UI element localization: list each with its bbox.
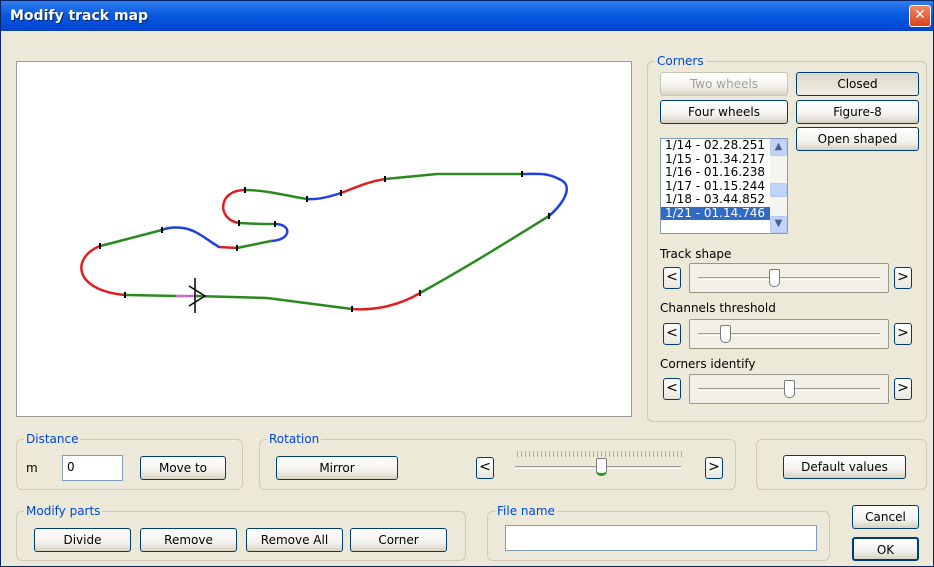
track-shape-right-button[interactable]: > [894,267,912,289]
slider-thumb[interactable] [720,325,732,343]
lap-list-scrollbar[interactable]: ▲ ▼ [770,139,787,233]
four-wheels-button[interactable]: Four wheels [660,100,788,124]
track-segment [80,244,127,297]
rotation-slider[interactable] [507,453,689,483]
corners-identify-slider[interactable] [689,374,889,404]
track-segment [418,214,551,295]
list-item[interactable]: 1/16 - 01.16.238 [661,165,787,180]
track-segment [221,188,247,225]
track-map-canvas[interactable] [16,61,632,417]
file-name-legend: File name [495,504,557,518]
track-segment [235,239,273,250]
track-segment [217,245,239,250]
channels-threshold-left-button[interactable]: < [663,323,681,345]
track-segment [237,221,277,226]
track-segment [193,294,354,311]
corners-identify-left-button[interactable]: < [663,378,681,400]
slider-thumb[interactable] [768,269,780,287]
track-map [80,171,568,313]
slider-thumb[interactable] [784,380,795,398]
cancel-button[interactable]: Cancel [852,505,919,529]
corner-button[interactable]: Corner [350,528,447,552]
distance-input[interactable]: 0 [62,455,123,481]
distance-unit-label: m [26,461,38,475]
remove-button[interactable]: Remove [140,528,237,552]
rotation-right-button[interactable]: > [705,457,723,479]
distance-legend: Distance [24,432,81,446]
ok-button[interactable]: OK [852,537,919,561]
default-values-button[interactable]: Default values [783,455,906,479]
divide-button[interactable]: Divide [34,528,131,552]
track-segment [243,188,309,201]
title-bar[interactable]: Modify track map ✕ [1,1,933,31]
track-segment [383,172,524,181]
channels-threshold-label: Channels threshold [660,301,776,315]
list-item[interactable]: 1/18 - 03.44.852 [661,192,787,207]
track-segment [339,177,387,195]
slider-thumb[interactable] [596,458,608,476]
track-segment [305,191,343,201]
figure8-button[interactable]: Figure-8 [796,100,919,124]
track-segment [520,172,568,218]
close-button[interactable]: ✕ [909,5,931,27]
corners-identify-label: Corners identify [660,357,756,371]
closed-button[interactable]: Closed [796,72,919,96]
track-segment [269,222,289,243]
track-segment [350,291,422,311]
track-segment [98,228,164,248]
channels-threshold-right-button[interactable]: > [894,323,912,345]
file-name-input[interactable] [505,525,817,551]
track-segment [123,293,179,298]
scroll-thumb[interactable] [770,183,787,197]
list-item[interactable]: 1/14 - 02.28.251 [661,139,787,153]
channels-threshold-slider[interactable] [689,319,889,349]
window-title: Modify track map [10,8,149,24]
list-item[interactable]: 1/17 - 01.15.244 [661,179,787,194]
list-item-selected[interactable]: 1/21 - 01.14.746 [661,206,787,220]
close-icon: ✕ [914,7,926,23]
track-shape-label: Track shape [660,247,732,261]
track-shape-slider[interactable] [689,263,889,293]
two-wheels-button[interactable]: Two wheels [660,72,788,96]
open-shaped-button[interactable]: Open shaped [796,127,919,151]
modify-parts-legend: Modify parts [24,504,103,518]
mirror-button[interactable]: Mirror [276,456,398,480]
remove-all-button[interactable]: Remove All [246,528,343,552]
corners-identify-right-button[interactable]: > [894,378,912,400]
track-segment [160,226,221,249]
modify-track-map-dialog: Modify track map ✕ Corners Two wheels Cl… [0,0,934,567]
scroll-down-icon[interactable]: ▼ [770,216,787,233]
move-to-button[interactable]: Move to [140,456,226,480]
rotation-left-button[interactable]: < [476,457,494,479]
corners-legend: Corners [655,54,706,68]
lap-list[interactable]: 1/14 - 02.28.251 1/15 - 01.34.217 1/16 -… [660,138,788,234]
rotation-legend: Rotation [267,432,322,446]
track-shape-left-button[interactable]: < [663,267,681,289]
scroll-up-icon[interactable]: ▲ [770,139,787,156]
list-item[interactable]: 1/15 - 01.34.217 [661,152,787,167]
